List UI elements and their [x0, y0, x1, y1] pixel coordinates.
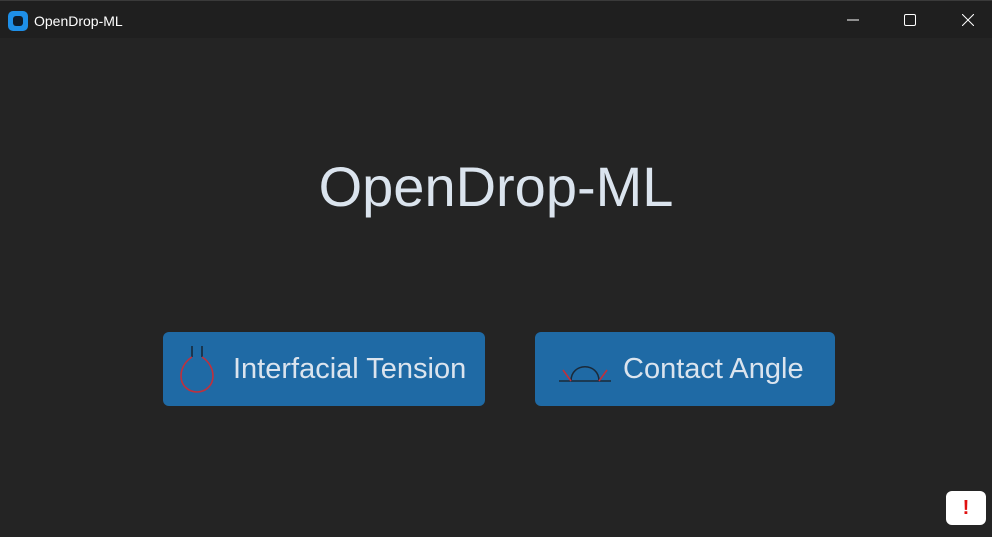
app-window: OpenDrop-ML OpenDrop-ML Interfacial Tens…	[0, 0, 992, 537]
maximize-icon	[904, 14, 916, 26]
interfacial-tension-button[interactable]: Interfacial Tension	[163, 332, 485, 406]
pendant-drop-icon	[180, 346, 214, 393]
contact-angle-label: Contact Angle	[623, 353, 804, 385]
window-title: OpenDrop-ML	[34, 13, 123, 29]
interfacial-tension-label: Interfacial Tension	[233, 353, 467, 385]
close-button[interactable]	[939, 1, 992, 39]
sessile-drop-icon	[559, 366, 611, 382]
exclamation-icon: !	[962, 497, 970, 519]
minimize-icon	[847, 19, 859, 21]
alert-button[interactable]: !	[946, 491, 986, 525]
app-icon	[8, 11, 28, 31]
minimize-button[interactable]	[824, 1, 882, 39]
contact-angle-button[interactable]: Contact Angle	[535, 332, 835, 406]
title-bar[interactable]: OpenDrop-ML	[0, 0, 992, 38]
maximize-button[interactable]	[881, 1, 939, 39]
close-icon	[962, 14, 974, 26]
page-title: OpenDrop-ML	[318, 155, 674, 218]
